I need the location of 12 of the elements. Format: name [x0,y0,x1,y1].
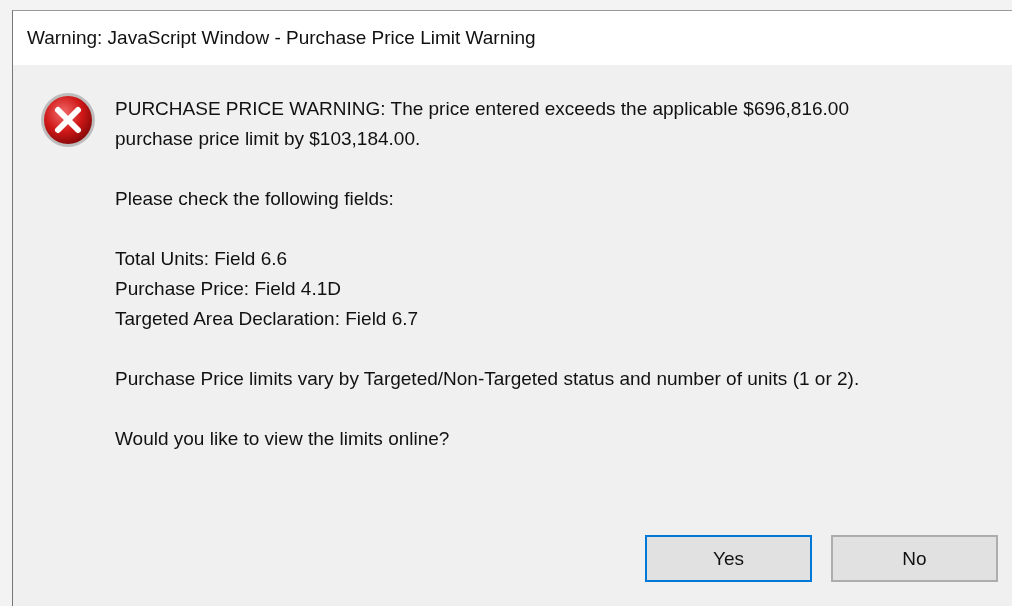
yes-button[interactable]: Yes [645,535,812,582]
message-line: Purchase Price limits vary by Targeted/Non-Targeted status and number of units (1 or 2). [115,367,860,391]
message-line: Purchase Price: Field 4.1D [115,277,342,301]
window-title: Warning: JavaScript Window - Purchase Price Limit Warning [27,27,536,49]
message-line: PURCHASE PRICE WARNING: The price entered exceeds the applicable $696,816.00 [115,97,850,121]
message-line: Please check the following fields: [115,187,395,211]
message-line: Targeted Area Declaration: Field 6.7 [115,307,420,331]
message-line: purchase price limit by $103,184.00. [115,127,422,151]
message-line: Total Units: Field 6.6 [115,247,289,271]
error-icon [40,92,96,148]
message-line: Would you like to view the limits online? [115,427,451,451]
no-button[interactable]: No [831,535,998,582]
